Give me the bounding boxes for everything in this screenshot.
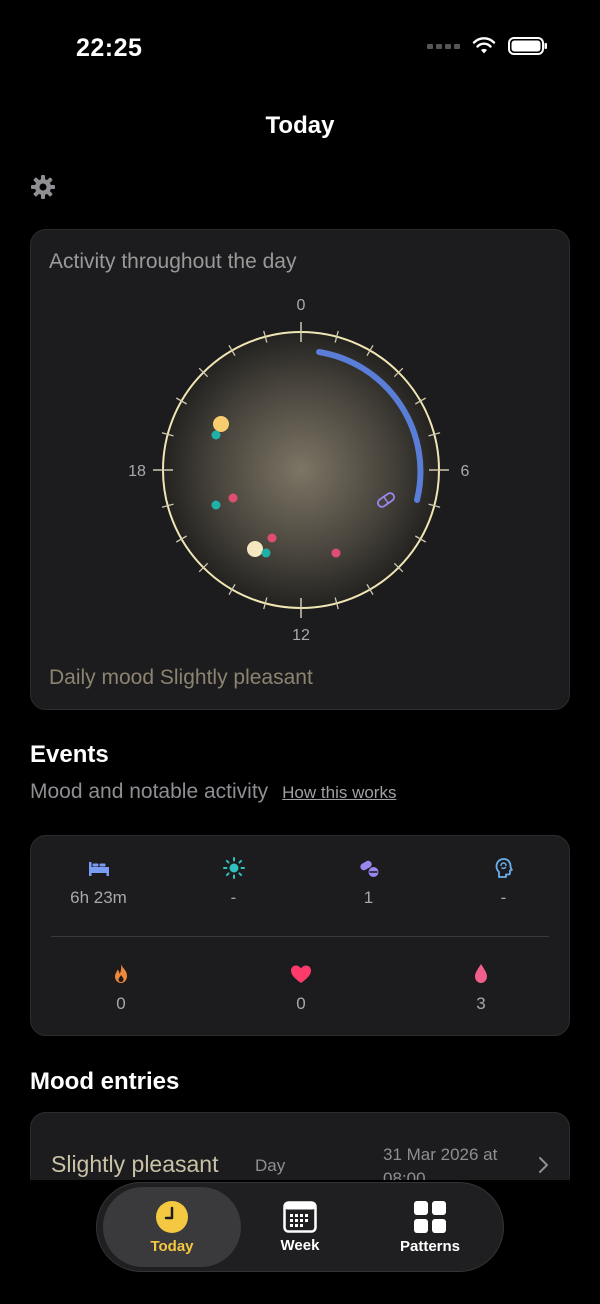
event-energy-value: 0	[116, 994, 126, 1013]
mood-entry-kind: Day	[255, 1156, 286, 1175]
calendar-icon	[283, 1200, 317, 1233]
event-medication-value: 1	[363, 888, 374, 907]
tab-today-label: Today	[150, 1237, 194, 1255]
event-cycle[interactable]: 3	[391, 962, 571, 1014]
tab-week[interactable]: Week	[241, 1187, 359, 1267]
event-sleep[interactable]: 6h 23m	[31, 856, 166, 908]
dial-label-left: 18	[128, 463, 146, 480]
dial-label-top: 0	[297, 297, 306, 314]
drop-icon	[475, 964, 487, 983]
heart-icon	[291, 965, 311, 983]
events-row: 6h 23m - 1 -	[31, 856, 571, 908]
event-medication[interactable]: 1	[301, 856, 436, 908]
dial-label-right: 6	[461, 463, 470, 480]
event-heart[interactable]: 0	[211, 962, 391, 1014]
events-subtitle-row: Mood and notable activity How this works	[30, 780, 396, 804]
event-sleep-value: 6h 23m	[70, 888, 127, 907]
activity-dot	[331, 548, 341, 558]
events-title: Events	[30, 741, 109, 768]
mood-entries-title: Mood entries	[30, 1068, 180, 1095]
tab-bar: Today Week Patterns	[96, 1182, 504, 1272]
event-mind[interactable]: -	[436, 856, 571, 908]
bed-icon	[88, 862, 109, 876]
sun-icon	[222, 857, 245, 879]
activity-dial: 0 6 12 18	[128, 297, 470, 644]
flame-icon	[115, 964, 127, 983]
events-subtitle: Mood and notable activity	[30, 780, 269, 803]
activity-title: Activity throughout the day	[49, 250, 297, 273]
events-row: 0 0 3	[31, 962, 571, 1014]
wifi-icon	[472, 37, 496, 54]
daily-mood-label: Daily mood Slightly pleasant	[49, 666, 313, 689]
activity-dot	[261, 548, 271, 558]
status-bar: 22:25	[0, 0, 600, 96]
tab-today[interactable]: Today	[103, 1187, 241, 1267]
activity-dot	[211, 500, 221, 510]
status-icons	[427, 36, 548, 56]
tab-patterns-label: Patterns	[399, 1237, 461, 1255]
event-mind-value: -	[500, 888, 507, 907]
battery-icon	[508, 37, 547, 55]
cellular-signal-icon	[427, 43, 460, 49]
activity-card: Activity throughout the day 0 6 12 18 Da…	[30, 229, 570, 710]
head-icon	[495, 858, 513, 878]
events-card: 6h 23m - 1 - 0 0 3	[30, 835, 570, 1036]
grid-icon	[414, 1200, 446, 1233]
activity-dot	[211, 430, 221, 440]
clock-icon	[156, 1200, 188, 1233]
event-daylight[interactable]: -	[166, 856, 301, 908]
how-this-works-link[interactable]: How this works	[282, 783, 396, 803]
pill-icon	[359, 860, 378, 877]
tab-patterns[interactable]: Patterns	[363, 1187, 497, 1267]
gear-icon[interactable]	[30, 174, 56, 200]
events-divider	[51, 936, 549, 937]
event-heart-value: 0	[296, 994, 306, 1013]
event-daylight-value: -	[230, 888, 237, 907]
sun-marker	[213, 416, 229, 432]
activity-dot	[228, 493, 238, 503]
event-energy[interactable]: 0	[31, 962, 211, 1014]
event-cycle-value: 3	[476, 994, 486, 1013]
moon-marker	[247, 541, 263, 557]
status-time: 22:25	[76, 34, 143, 62]
tab-week-label: Week	[280, 1236, 320, 1254]
chevron-right-icon	[539, 1157, 548, 1173]
activity-dot	[267, 533, 277, 543]
dial-label-bottom: 12	[292, 627, 310, 644]
mood-entry-label: Slightly pleasant	[51, 1151, 219, 1177]
page-title: Today	[265, 112, 335, 139]
